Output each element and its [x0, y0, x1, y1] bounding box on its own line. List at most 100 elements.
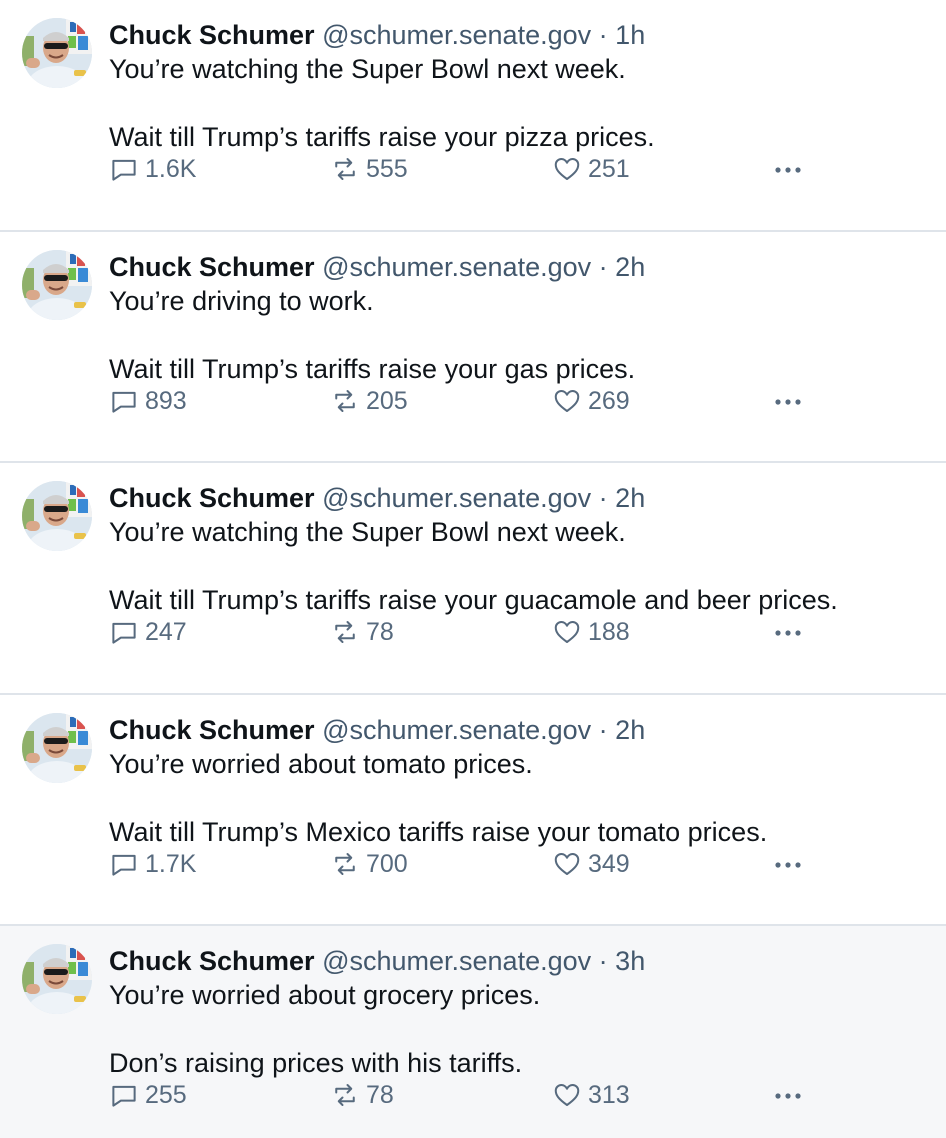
avatar[interactable] — [22, 18, 92, 88]
like-count: 269 — [588, 386, 630, 415]
repost-count: 700 — [366, 849, 408, 878]
post-actions: 247 78 188 — [109, 615, 809, 649]
post-text-line-1: You’re worried about grocery prices. — [109, 980, 541, 1011]
avatar[interactable] — [22, 249, 92, 320]
more-options-button[interactable] — [772, 152, 810, 186]
like-count: 313 — [588, 1081, 630, 1110]
post-feed: Chuck Schumer @schumer.senate.gov · 1h Y… — [0, 0, 946, 1138]
like-button[interactable]: 188 — [552, 615, 630, 649]
feed-post[interactable]: Chuck Schumer @schumer.senate.gov · 3h Y… — [0, 926, 946, 1138]
author-handle[interactable]: @schumer.senate.gov — [322, 946, 591, 976]
post-actions: 893 205 269 — [109, 384, 809, 418]
repost-button[interactable]: 78 — [330, 615, 394, 649]
reply-button[interactable]: 893 — [109, 384, 187, 418]
like-button[interactable]: 269 — [552, 384, 630, 418]
feed-post[interactable]: Chuck Schumer @schumer.senate.gov · 2h Y… — [0, 231, 946, 464]
heart-icon — [554, 621, 580, 644]
feed-post[interactable]: Chuck Schumer @schumer.senate.gov · 2h Y… — [0, 694, 946, 927]
post-timestamp[interactable]: 1h — [615, 20, 645, 50]
reply-count: 893 — [145, 386, 187, 415]
reply-button[interactable]: 1.7K — [109, 847, 196, 881]
avatar[interactable] — [22, 712, 92, 783]
more-dots-icon — [775, 167, 801, 173]
post-text-line-2: Wait till Trump’s tariffs raise your piz… — [109, 122, 655, 152]
author-name[interactable]: Chuck Schumer — [109, 20, 315, 50]
post-text-line-2: Wait till Trump’s Mexico tariffs raise y… — [109, 816, 768, 847]
author-handle[interactable]: @schumer.senate.gov — [322, 252, 591, 282]
more-options-button[interactable] — [772, 615, 810, 649]
post-actions: 1.7K 700 349 — [109, 847, 809, 881]
feed-post[interactable]: Chuck Schumer @schumer.senate.gov · 1h Y… — [0, 0, 946, 232]
like-count: 349 — [588, 849, 630, 878]
post-timestamp[interactable]: 2h — [615, 715, 645, 745]
avatar-photo — [22, 944, 92, 1015]
more-options-button[interactable] — [772, 1078, 810, 1112]
post-header: Chuck Schumer @schumer.senate.gov · 2h — [109, 481, 926, 515]
more-options-button[interactable] — [772, 847, 810, 881]
reply-button[interactable]: 1.6K — [109, 152, 196, 186]
repost-count: 78 — [366, 618, 394, 647]
heart-icon — [554, 1084, 580, 1107]
post-actions: 1.6K 555 251 — [109, 152, 809, 186]
separator-dot: · — [598, 251, 608, 282]
avatar[interactable] — [22, 481, 92, 552]
post-timestamp[interactable]: 2h — [615, 252, 645, 282]
avatar-photo — [22, 249, 92, 320]
reply-button[interactable]: 247 — [109, 615, 187, 649]
feed-post[interactable]: Chuck Schumer @schumer.senate.gov · 2h Y… — [0, 463, 946, 695]
more-dots-icon — [775, 630, 801, 636]
post-content: Chuck Schumer @schumer.senate.gov · 2h Y… — [109, 481, 926, 617]
separator-dot: · — [598, 483, 608, 514]
repost-button[interactable]: 78 — [330, 1078, 394, 1112]
repost-arrows-icon — [335, 852, 355, 875]
repost-button[interactable]: 205 — [330, 384, 408, 418]
author-name[interactable]: Chuck Schumer — [109, 946, 315, 976]
avatar-photo — [22, 18, 92, 88]
post-header: Chuck Schumer @schumer.senate.gov · 2h — [109, 713, 926, 747]
like-button[interactable]: 251 — [552, 152, 630, 186]
reply-bubble-icon — [112, 623, 136, 644]
post-text-line-2: Don’s raising prices with his tariffs. — [109, 1048, 523, 1079]
post-content: Chuck Schumer @schumer.senate.gov · 2h Y… — [109, 713, 926, 849]
author-name[interactable]: Chuck Schumer — [109, 483, 315, 513]
heart-icon — [554, 389, 580, 412]
repost-count: 78 — [366, 1081, 394, 1110]
reply-count: 247 — [145, 618, 187, 647]
reply-bubble-icon — [112, 391, 136, 413]
author-handle[interactable]: @schumer.senate.gov — [322, 483, 591, 513]
separator-dot: · — [598, 20, 608, 50]
repost-arrows-icon — [335, 158, 355, 180]
reply-count: 1.7K — [145, 849, 197, 878]
post-content: Chuck Schumer @schumer.senate.gov · 2h Y… — [109, 250, 926, 386]
like-button[interactable]: 349 — [552, 847, 630, 881]
post-timestamp[interactable]: 2h — [615, 483, 645, 513]
post-text-line-2: Wait till Trump’s tariffs raise your gua… — [109, 585, 838, 616]
post-timestamp[interactable]: 3h — [615, 946, 645, 976]
author-handle[interactable]: @schumer.senate.gov — [322, 20, 591, 50]
more-options-button[interactable] — [772, 384, 810, 418]
post-text-line-1: You’re watching the Super Bowl next week… — [109, 54, 626, 84]
repost-button[interactable]: 700 — [330, 847, 408, 881]
reply-bubble-icon — [112, 854, 136, 876]
repost-button[interactable]: 555 — [330, 152, 408, 186]
post-text-line-1: You’re worried about tomato prices. — [109, 748, 533, 779]
reply-bubble-icon — [112, 159, 136, 181]
post-actions: 255 78 313 — [109, 1078, 809, 1112]
repost-arrows-icon — [335, 389, 355, 412]
repost-count: 555 — [366, 155, 408, 183]
heart-icon — [554, 852, 580, 875]
heart-icon — [554, 158, 580, 180]
author-name[interactable]: Chuck Schumer — [109, 715, 315, 745]
post-header: Chuck Schumer @schumer.senate.gov · 2h — [109, 250, 926, 284]
like-button[interactable]: 313 — [552, 1078, 630, 1112]
avatar[interactable] — [22, 944, 92, 1015]
author-name[interactable]: Chuck Schumer — [109, 252, 315, 282]
reply-count: 1.6K — [145, 155, 197, 183]
more-dots-icon — [775, 862, 801, 868]
author-handle[interactable]: @schumer.senate.gov — [322, 715, 591, 745]
more-dots-icon — [775, 1093, 801, 1099]
reply-button[interactable]: 255 — [109, 1078, 187, 1112]
post-header: Chuck Schumer @schumer.senate.gov · 1h — [109, 18, 926, 52]
reply-count: 255 — [145, 1081, 187, 1110]
post-text-line-1: You’re driving to work. — [109, 285, 374, 316]
